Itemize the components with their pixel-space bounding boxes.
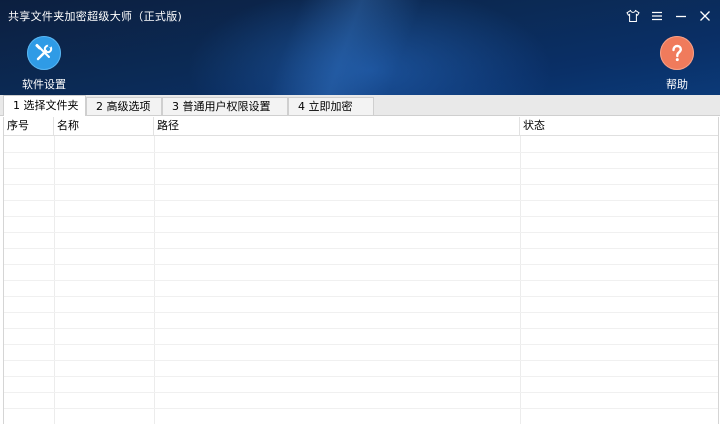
tshirt-icon[interactable] bbox=[626, 9, 640, 23]
row-divider bbox=[4, 264, 718, 265]
row-divider bbox=[4, 360, 718, 361]
folder-table[interactable]: 序号 名称 路径 状态 bbox=[3, 117, 719, 424]
step-tabs: 1 选择文件夹 2 高级选项 3 普通用户权限设置 4 立即加密 bbox=[0, 95, 720, 116]
tab-advanced-options[interactable]: 2 高级选项 bbox=[86, 97, 162, 115]
table-header: 序号 名称 路径 状态 bbox=[4, 117, 718, 136]
row-divider bbox=[4, 376, 718, 377]
window-title: 共享文件夹加密超级大师（正式版) bbox=[8, 10, 183, 23]
row-divider bbox=[4, 280, 718, 281]
help-label: 帮助 bbox=[666, 78, 688, 91]
row-divider bbox=[4, 216, 718, 217]
row-divider bbox=[4, 392, 718, 393]
row-divider bbox=[4, 184, 718, 185]
wrench-screwdriver-icon bbox=[27, 36, 61, 70]
row-divider bbox=[4, 232, 718, 233]
column-header-name[interactable]: 名称 bbox=[54, 117, 154, 135]
table-body[interactable] bbox=[4, 136, 718, 424]
row-divider bbox=[4, 408, 718, 409]
window-controls bbox=[626, 6, 712, 26]
row-divider bbox=[4, 168, 718, 169]
help-button[interactable]: 帮助 bbox=[652, 36, 702, 92]
row-divider bbox=[4, 312, 718, 313]
row-divider bbox=[4, 152, 718, 153]
tab-user-permissions[interactable]: 3 普通用户权限设置 bbox=[162, 97, 288, 115]
column-header-index[interactable]: 序号 bbox=[4, 117, 54, 135]
software-settings-label: 软件设置 bbox=[22, 78, 66, 91]
software-settings-button[interactable]: 软件设置 bbox=[19, 36, 69, 92]
question-mark-icon bbox=[660, 36, 694, 70]
column-header-path[interactable]: 路径 bbox=[154, 117, 520, 135]
row-divider bbox=[4, 328, 718, 329]
tab-encrypt-now[interactable]: 4 立即加密 bbox=[288, 97, 374, 115]
row-divider bbox=[4, 248, 718, 249]
header-banner: 共享文件夹加密超级大师（正式版) 软件设置 帮助 bbox=[0, 0, 720, 95]
tab-select-folder[interactable]: 1 选择文件夹 bbox=[3, 95, 86, 116]
row-divider bbox=[4, 200, 718, 201]
row-divider bbox=[4, 344, 718, 345]
minimize-icon[interactable] bbox=[674, 9, 688, 23]
row-divider bbox=[4, 296, 718, 297]
close-icon[interactable] bbox=[698, 9, 712, 23]
column-header-status[interactable]: 状态 bbox=[520, 117, 718, 135]
hamburger-menu-icon[interactable] bbox=[650, 9, 664, 23]
